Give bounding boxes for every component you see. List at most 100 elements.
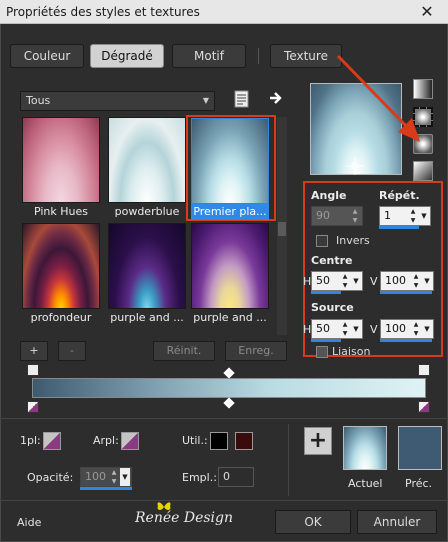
reset-button[interactable]: Réinit. (153, 341, 215, 361)
source-h-spinner[interactable]: 50 ▲ ▼ ▼ (311, 319, 363, 339)
source-v-value: 100 (385, 322, 406, 335)
gradient-tile-powderblue[interactable] (108, 117, 186, 203)
current-swatch[interactable] (343, 426, 387, 470)
category-value: Tous (26, 94, 51, 107)
gradient-label-selected: Premier pla... (191, 204, 269, 220)
center-v-slider-bar[interactable] (380, 291, 432, 294)
repeat-slider-bar[interactable] (379, 226, 419, 229)
color-stop-end-icon[interactable] (418, 401, 430, 413)
source-h-value: 50 (316, 322, 330, 335)
angle-spinner: 90 ▲ ▼ (311, 206, 363, 226)
location-field[interactable]: 0 (218, 467, 254, 487)
opacity-stop-start-icon[interactable] (27, 364, 39, 376)
center-v-spinner[interactable]: 100 ▲ ▼ ▼ (380, 271, 434, 291)
source-label: Source (311, 301, 354, 314)
add-to-swatches-button[interactable]: + (304, 427, 332, 455)
cancel-button[interactable]: Annuler (357, 510, 437, 534)
window-titlebar: Propriétés des styles et textures ✕ (0, 0, 448, 24)
invert-label: Invers (336, 234, 370, 247)
gradient-tile-pink-hues[interactable] (22, 117, 100, 203)
location-label: Empl.: (182, 471, 217, 484)
link-label: Liaison (332, 345, 371, 358)
ok-button[interactable]: OK (275, 510, 351, 534)
repeat-spinner[interactable]: 1 ▲ ▼ ▼ (379, 206, 431, 226)
repeat-label: Répét. (379, 189, 420, 202)
center-h-spinner[interactable]: 50 ▲ ▼ ▼ (311, 271, 363, 291)
gradient-editor-bar[interactable] (32, 378, 426, 398)
spin-arrows-icon[interactable]: ▲ ▼ (340, 272, 350, 290)
angle-label: Angle (311, 189, 347, 202)
source-v-label: V (370, 323, 378, 336)
spin-arrows-icon[interactable]: ▲ ▼ (109, 468, 119, 486)
gradient-tile-purple-and-1[interactable] (108, 223, 186, 309)
foreground-label: 1pl: (20, 434, 41, 447)
category-select[interactable]: Tous ▼ (20, 91, 215, 111)
gradient-tile-profondeur[interactable] (22, 223, 100, 309)
center-label: Centre (311, 254, 353, 267)
vertical-divider (288, 424, 289, 496)
chevron-down-icon[interactable]: ▼ (422, 320, 432, 338)
opacity-spinner[interactable]: 100 ▲ ▼ ▼ (80, 467, 132, 487)
divider (0, 418, 448, 419)
gradient-tile-purple-and-2[interactable] (191, 223, 269, 309)
gradient-label: powderblue (114, 205, 180, 218)
center-v-label: V (370, 275, 378, 288)
chevron-down-icon: ▼ (202, 96, 209, 105)
chevron-down-icon[interactable]: ▼ (351, 272, 361, 290)
opacity-slider-bar[interactable] (80, 487, 132, 490)
previous-label: Préc. (405, 477, 433, 490)
source-v-spinner[interactable]: 100 ▲ ▼ ▼ (380, 319, 434, 339)
spin-arrows-icon[interactable]: ▲ ▼ (411, 272, 421, 290)
user-color-swatch-2[interactable] (235, 432, 253, 450)
close-icon[interactable]: ✕ (406, 0, 448, 24)
invert-checkbox[interactable] (316, 235, 328, 247)
color-stop-start-icon[interactable] (27, 401, 39, 413)
chevron-down-icon[interactable]: ▼ (351, 320, 361, 338)
tab-divider (258, 48, 259, 64)
opacity-stop-end-icon[interactable] (418, 364, 430, 376)
spin-arrows-icon[interactable]: ▲ ▼ (411, 320, 421, 338)
source-v-slider-bar[interactable] (380, 339, 432, 342)
remove-gradient-button[interactable]: - (58, 341, 86, 361)
annotation-arrow-icon (336, 54, 420, 142)
spin-arrows-icon[interactable]: ▲ ▼ (408, 207, 418, 225)
center-h-value: 50 (316, 274, 330, 287)
repeat-value: 1 (384, 209, 391, 222)
gradient-tile-premier-plan[interactable] (191, 118, 269, 204)
background-swatch[interactable] (121, 432, 139, 450)
center-v-value: 100 (385, 274, 406, 287)
gradient-label: profondeur (30, 311, 92, 324)
background-label: Arpl: (93, 434, 119, 447)
previous-swatch[interactable] (398, 426, 442, 470)
center-h-slider-bar[interactable] (311, 291, 341, 294)
help-link[interactable]: Aide (17, 516, 41, 529)
location-value: 0 (223, 470, 230, 483)
spin-arrows-icon: ▲ ▼ (352, 208, 358, 224)
gradient-label: Pink Hues (33, 205, 89, 218)
chevron-down-icon[interactable]: ▼ (419, 207, 429, 225)
scrollbar-thumb[interactable] (278, 222, 286, 236)
source-h-slider-bar[interactable] (311, 339, 341, 342)
opacity-value: 100 (85, 470, 106, 483)
current-label: Actuel (348, 477, 383, 490)
tab-motif[interactable]: Motif (172, 44, 246, 68)
link-checkbox[interactable] (316, 346, 328, 358)
gradient-label: purple and ... (110, 311, 184, 324)
foreground-swatch[interactable] (43, 432, 61, 450)
sunburst-style-icon[interactable] (413, 161, 433, 181)
center-crosshair-icon[interactable] (346, 157, 364, 175)
gradient-options-icon[interactable] (234, 90, 250, 108)
tab-couleur[interactable]: Couleur (10, 44, 84, 68)
opacity-label: Opacité: (27, 471, 74, 484)
user-color-swatch-1[interactable] (210, 432, 228, 450)
divider (0, 500, 448, 501)
add-gradient-button[interactable]: + (20, 341, 48, 361)
angle-value: 90 (316, 209, 330, 222)
arrow-right-icon[interactable] (268, 89, 284, 107)
user-label: Util.: (182, 434, 208, 447)
save-gradient-button[interactable]: Enreg. (225, 341, 287, 361)
chevron-down-icon[interactable]: ▼ (422, 272, 432, 290)
spin-arrows-icon[interactable]: ▲ ▼ (340, 320, 350, 338)
chevron-down-icon[interactable]: ▼ (120, 468, 130, 486)
tab-degrade[interactable]: Dégradé (90, 44, 164, 68)
